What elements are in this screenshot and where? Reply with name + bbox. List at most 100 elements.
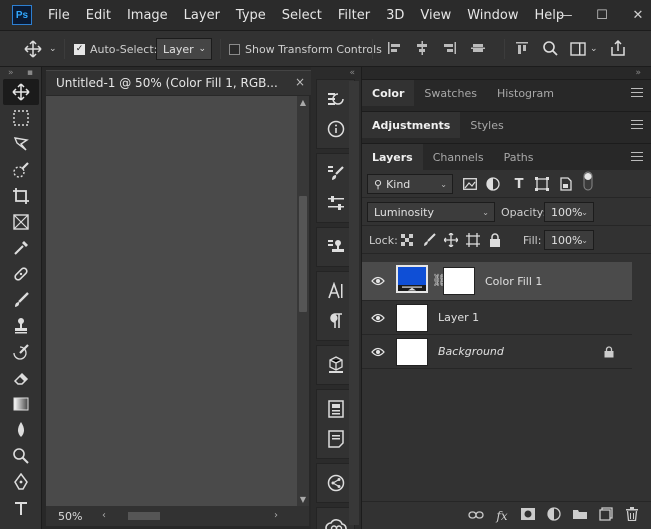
minimize-icon[interactable]: — (559, 8, 573, 23)
fx-icon[interactable]: fx (494, 509, 510, 523)
pen-tool-icon[interactable] (3, 469, 39, 495)
auto-select-checkbox[interactable]: ✓ Auto-Select: (74, 31, 157, 67)
tab-adjustments[interactable]: Adjustments (362, 112, 461, 138)
panel-menu-icon[interactable] (631, 88, 643, 97)
lock-artboard-icon[interactable] (465, 232, 481, 248)
layer-row-color-fill-1[interactable]: ⛓ Color Fill 1 (362, 262, 632, 301)
chevron-down-icon[interactable]: ⌄ (49, 44, 57, 54)
share-icon[interactable] (610, 39, 626, 59)
eraser-tool-icon[interactable] (3, 365, 39, 391)
layer-filter-dropdown[interactable]: ⚲ Kind ⌄ (367, 174, 453, 194)
menu-layer[interactable]: Layer (176, 0, 228, 31)
mask-icon[interactable] (520, 508, 536, 523)
clone-stamp-tool-icon[interactable] (3, 313, 39, 339)
scroll-right-icon[interactable]: › (274, 510, 278, 521)
brush-tool-icon[interactable] (3, 287, 39, 313)
tab-histogram[interactable]: Histogram (487, 80, 564, 106)
panel-menu-icon[interactable] (631, 120, 643, 129)
layer-row-layer-1[interactable]: Layer 1 (362, 301, 632, 335)
type-tool-icon[interactable] (3, 495, 39, 521)
checkmark-icon[interactable]: ✓ (74, 43, 85, 55)
tab-styles[interactable]: Styles (460, 112, 513, 138)
scroll-up-icon[interactable]: ▲ (297, 98, 309, 107)
blend-mode-dropdown[interactable]: Luminosity ⌄ (367, 202, 495, 222)
maximize-icon[interactable]: ☐ (595, 8, 609, 23)
filter-smart-object-icon[interactable] (558, 176, 574, 192)
align-vcenter-icon[interactable] (470, 40, 486, 59)
menu-3d[interactable]: 3D (378, 0, 412, 31)
frame-tool-icon[interactable] (3, 209, 39, 235)
layer-thumbnail[interactable] (396, 338, 428, 366)
adjustment-icon[interactable] (546, 507, 562, 524)
lasso-tool-icon[interactable] (3, 131, 39, 157)
lock-pixels-icon[interactable] (421, 232, 437, 248)
layer-mask-thumbnail[interactable] (443, 267, 475, 295)
layer-name[interactable]: Background (438, 345, 504, 358)
move-tool-preset-icon[interactable]: ⌄ (24, 31, 57, 67)
gradient-tool-icon[interactable] (3, 391, 39, 417)
layer-thumbnail[interactable] (396, 304, 428, 332)
panel-grip[interactable]: » (362, 67, 651, 79)
align-top-icon[interactable] (514, 40, 530, 59)
canvas[interactable]: ▲ ▼ (46, 96, 309, 506)
align-right-icon[interactable] (442, 40, 458, 59)
strip-scrollbar[interactable] (349, 81, 359, 525)
scrollbar-thumb[interactable] (299, 196, 307, 312)
vertical-scrollbar[interactable]: ▲ ▼ (297, 96, 309, 506)
document-tab[interactable]: Untitled-1 @ 50% (Color Fill 1, RGB... × (46, 70, 313, 95)
menu-view[interactable]: View (412, 0, 459, 31)
opacity-input[interactable]: 100% ⌄ (544, 202, 594, 222)
healing-brush-tool-icon[interactable] (3, 261, 39, 287)
horizontal-scrollbar[interactable]: ‹ › (102, 510, 278, 522)
lock-all-icon[interactable] (487, 232, 503, 248)
tab-swatches[interactable]: Swatches (414, 80, 487, 106)
auto-select-target-dropdown[interactable]: Layer ⌄ (156, 38, 212, 60)
visibility-eye-icon[interactable] (371, 347, 385, 357)
layer-row-background[interactable]: Background (362, 335, 632, 369)
blur-tool-icon[interactable] (3, 417, 39, 443)
tab-layers[interactable]: Layers (362, 144, 423, 170)
close-icon[interactable]: × (295, 75, 305, 89)
filter-pixel-icon[interactable] (462, 176, 478, 192)
history-brush-tool-icon[interactable] (3, 339, 39, 365)
menu-select[interactable]: Select (274, 0, 330, 31)
search-icon[interactable] (542, 40, 558, 59)
filter-type-icon[interactable]: T (511, 176, 527, 192)
show-transform-checkbox[interactable]: Show Transform Controls (229, 31, 382, 67)
menu-filter[interactable]: Filter (330, 0, 378, 31)
fill-layer-thumbnail[interactable] (396, 265, 428, 293)
panel-grip[interactable]: « (311, 67, 361, 79)
zoom-level[interactable]: 50% (58, 510, 82, 523)
trash-icon[interactable] (624, 507, 640, 524)
tab-channels[interactable]: Channels (423, 144, 494, 170)
quick-select-tool-icon[interactable] (3, 157, 39, 183)
menu-file[interactable]: File (40, 0, 78, 31)
menu-type[interactable]: Type (228, 0, 274, 31)
scroll-down-icon[interactable]: ▼ (297, 495, 309, 504)
scroll-left-icon[interactable]: ‹ (102, 510, 106, 521)
lock-transparency-icon[interactable] (399, 232, 415, 248)
layer-name[interactable]: Color Fill 1 (485, 275, 542, 288)
visibility-eye-icon[interactable] (371, 313, 385, 323)
menu-window[interactable]: Window (459, 0, 526, 31)
filter-toggle-icon[interactable] (580, 171, 596, 191)
align-hcenter-icon[interactable] (414, 40, 430, 59)
filter-shape-icon[interactable] (534, 176, 550, 192)
marquee-tool-icon[interactable] (3, 105, 39, 131)
menu-edit[interactable]: Edit (78, 0, 119, 31)
dodge-tool-icon[interactable] (3, 443, 39, 469)
filter-adjustment-icon[interactable] (485, 176, 501, 192)
fill-input[interactable]: 100% ⌄ (544, 230, 594, 250)
menu-image[interactable]: Image (119, 0, 176, 31)
link-icon[interactable] (468, 509, 484, 523)
visibility-eye-icon[interactable] (371, 276, 385, 286)
workspace-icon[interactable]: ⌄ (570, 42, 598, 56)
checkbox-box[interactable] (229, 43, 240, 55)
tab-color[interactable]: Color (362, 80, 415, 106)
panel-grip[interactable]: » ▪ (0, 67, 41, 79)
close-icon[interactable]: ✕ (631, 8, 645, 23)
crop-tool-icon[interactable] (3, 183, 39, 209)
move-tool-icon[interactable] (3, 79, 39, 105)
align-left-icon[interactable] (386, 40, 402, 59)
eyedropper-tool-icon[interactable] (3, 235, 39, 261)
